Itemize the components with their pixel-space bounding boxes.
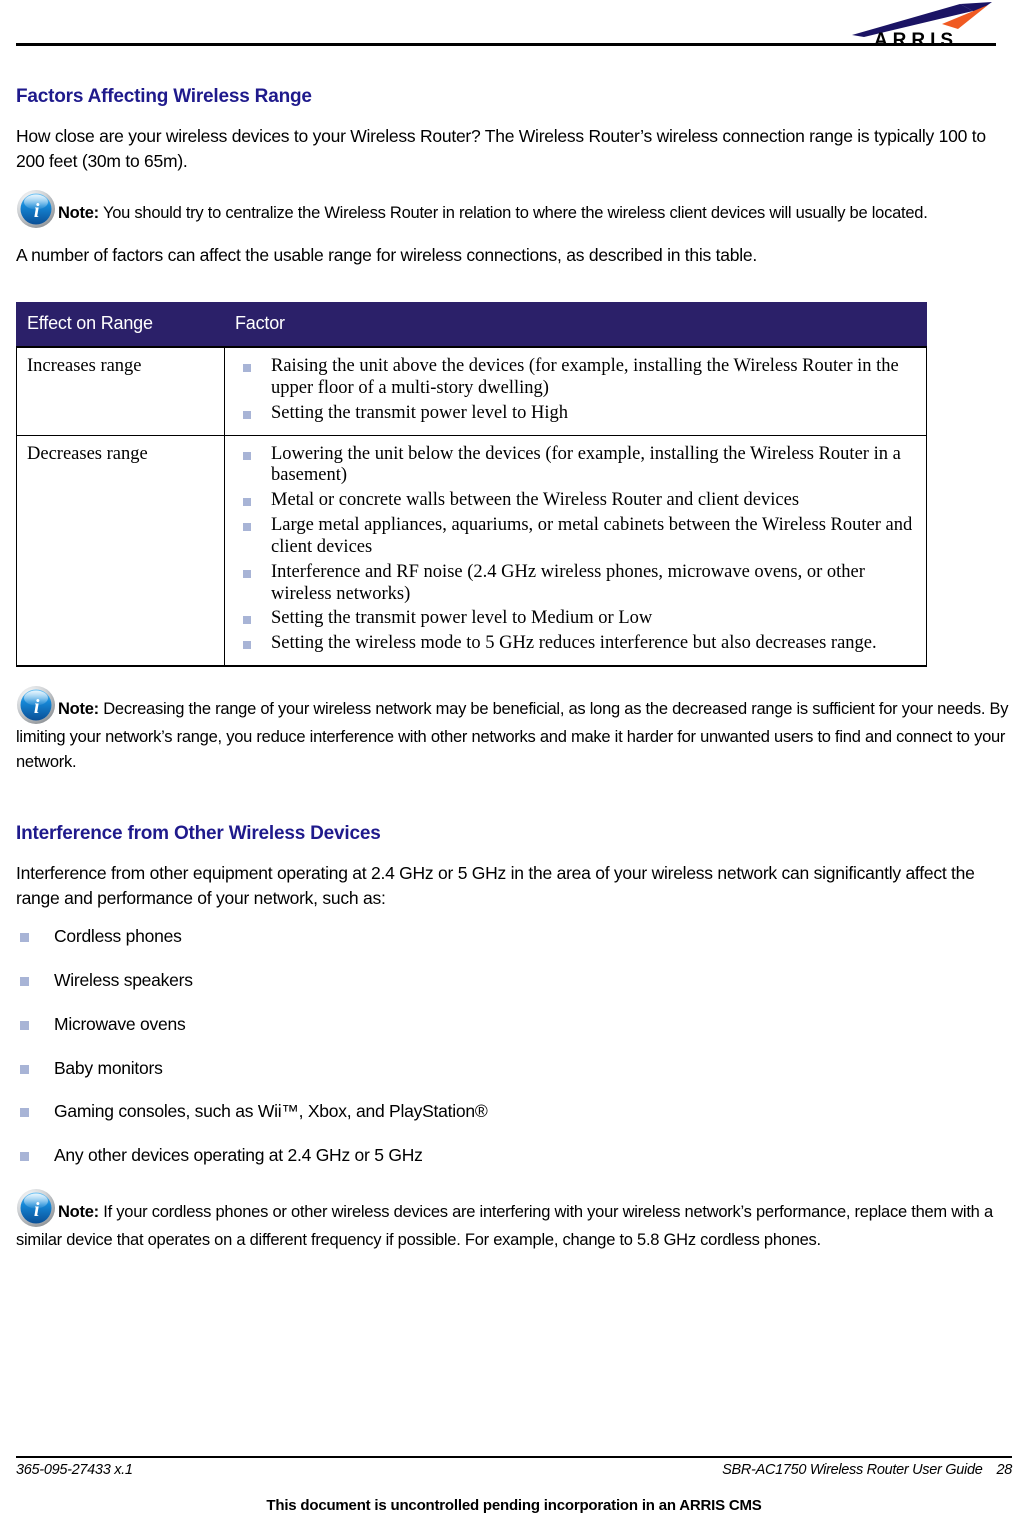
note-decreasing-range: i Note: Decreasing the range of your wir… xyxy=(16,685,1012,775)
list-item: Lowering the unit below the devices (for… xyxy=(235,444,918,488)
page-footer: 365-095-27433 x.1 SBR-AC1750 Wireless Ro… xyxy=(16,1462,1012,1478)
list-item: Metal or concrete walls between the Wire… xyxy=(235,490,918,512)
list-item: Baby monitors xyxy=(16,1057,1012,1080)
table-row: Increases range Raising the unit above t… xyxy=(16,346,927,436)
footer-guide-title: SBR-AC1750 Wireless Router User Guide xyxy=(722,1462,983,1478)
info-icon: i xyxy=(16,1188,56,1228)
list-item: Setting the transmit power level to Medi… xyxy=(235,608,918,630)
list-item: Interference and RF noise (2.4 GHz wirel… xyxy=(235,562,918,606)
list-item: Any other devices operating at 2.4 GHz o… xyxy=(16,1144,1012,1167)
interference-paragraph-1: Interference from other equipment operat… xyxy=(16,862,975,908)
list-item: Setting the transmit power level to High xyxy=(235,403,918,425)
svg-text:i: i xyxy=(34,696,40,718)
note-cordless-phones: i Note: If your cordless phones or other… xyxy=(16,1188,1012,1253)
note-label: Note: xyxy=(58,700,99,719)
range-paragraph-1: How close are your wireless devices to y… xyxy=(16,126,986,172)
column-header-effect: Effect on Range xyxy=(16,302,225,349)
column-header-factor: Factor xyxy=(224,302,927,349)
cell-factors-decreases: Lowering the unit below the devices (for… xyxy=(224,434,927,668)
header-rule xyxy=(16,43,996,46)
factor-list: Raising the unit above the devices (for … xyxy=(235,356,918,424)
note-label: Note: xyxy=(58,1202,99,1221)
note-text: You should try to centralize the Wireles… xyxy=(102,203,928,222)
range-paragraph-2: A number of factors can affect the usabl… xyxy=(16,244,757,265)
factors-affecting-range-table: Effect on Range Factor Increases range R… xyxy=(16,302,927,668)
footer-doc-number: 365-095-27433 x.1 xyxy=(16,1462,133,1478)
footer-disclaimer: This document is uncontrolled pending in… xyxy=(266,1497,762,1514)
list-item: Large metal appliances, aquariums, or me… xyxy=(235,515,918,559)
info-icon: i xyxy=(16,189,56,229)
note-text: Decreasing the range of your wireless ne… xyxy=(16,700,1009,771)
svg-text:ARRIS: ARRIS xyxy=(874,30,958,50)
interference-heading: Interference from Other Wireless Devices xyxy=(16,822,381,844)
info-icon: i xyxy=(16,685,56,725)
list-item: Gaming consoles, such as Wii™, Xbox, and… xyxy=(16,1100,1012,1123)
footer-page-number: 28 xyxy=(996,1462,1012,1478)
document-content: Factors Affecting Wireless Range How clo… xyxy=(16,56,1012,1267)
cell-effect-increases: Increases range xyxy=(16,346,225,436)
factor-list: Lowering the unit below the devices (for… xyxy=(235,444,918,655)
interference-device-list: Cordless phones Wireless speakers Microw… xyxy=(16,925,1012,1167)
footer-rule xyxy=(16,1456,1012,1458)
list-item: Raising the unit above the devices (for … xyxy=(235,356,918,400)
table-header-row: Effect on Range Factor xyxy=(16,302,927,349)
svg-text:i: i xyxy=(34,200,40,222)
list-item: Wireless speakers xyxy=(16,969,1012,992)
note-text: If your cordless phones or other wireles… xyxy=(16,1202,993,1249)
list-item: Cordless phones xyxy=(16,925,1012,948)
cell-factors-increases: Raising the unit above the devices (for … xyxy=(224,346,927,436)
table-row: Decreases range Lowering the unit below … xyxy=(16,434,927,668)
svg-text:i: i xyxy=(34,1199,40,1221)
list-item: Setting the wireless mode to 5 GHz reduc… xyxy=(235,633,918,655)
list-item: Microwave ovens xyxy=(16,1013,1012,1036)
note-centralize-router: i Note: You should try to centralize the… xyxy=(16,189,1012,229)
page-title: Factors Affecting Wireless Range xyxy=(16,86,312,107)
cell-effect-decreases: Decreases range xyxy=(16,434,225,668)
note-label: Note: xyxy=(58,203,99,222)
page-header: ARRIS xyxy=(0,0,1028,56)
